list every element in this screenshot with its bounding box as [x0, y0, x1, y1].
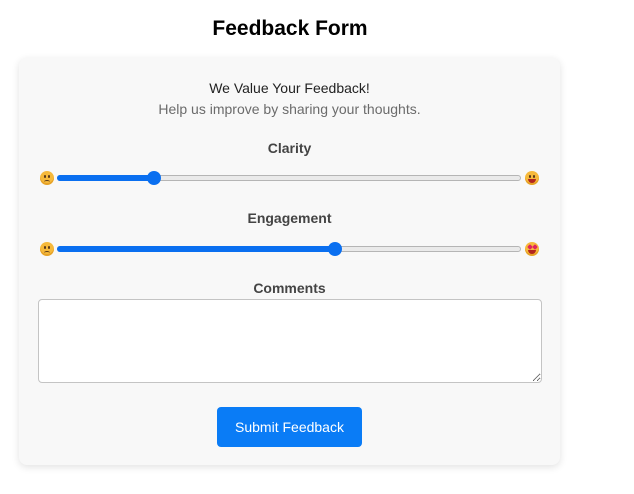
form-subtitle: Help us improve by sharing your thoughts…: [158, 101, 421, 117]
clarity-slider-thumb[interactable]: [147, 171, 162, 185]
clarity-slider[interactable]: [57, 170, 521, 186]
page: Feedback Form We Value Your Feedback! He…: [0, 0, 634, 494]
page-title: Feedback Form: [212, 17, 368, 40]
submit-feedback-button[interactable]: Submit Feedback: [217, 407, 362, 447]
clarity-slider-fill: [57, 175, 155, 181]
engagement-slider-fill: [57, 246, 336, 252]
engagement-slider[interactable]: [57, 241, 521, 257]
form-intro: We Value Your Feedback!: [209, 80, 370, 96]
confused-face-icon: [40, 242, 54, 256]
comments-label: Comments: [253, 280, 326, 296]
engagement-slider-thumb[interactable]: [328, 242, 343, 256]
confused-face-icon: [40, 171, 54, 185]
feedback-card: We Value Your Feedback! Help us improve …: [19, 58, 560, 465]
grinning-face-icon: [525, 171, 539, 185]
comments-textarea[interactable]: [38, 299, 542, 383]
engagement-label: Engagement: [247, 210, 332, 226]
clarity-label: Clarity: [267, 140, 312, 156]
heart-eyes-face-icon: [525, 242, 539, 256]
